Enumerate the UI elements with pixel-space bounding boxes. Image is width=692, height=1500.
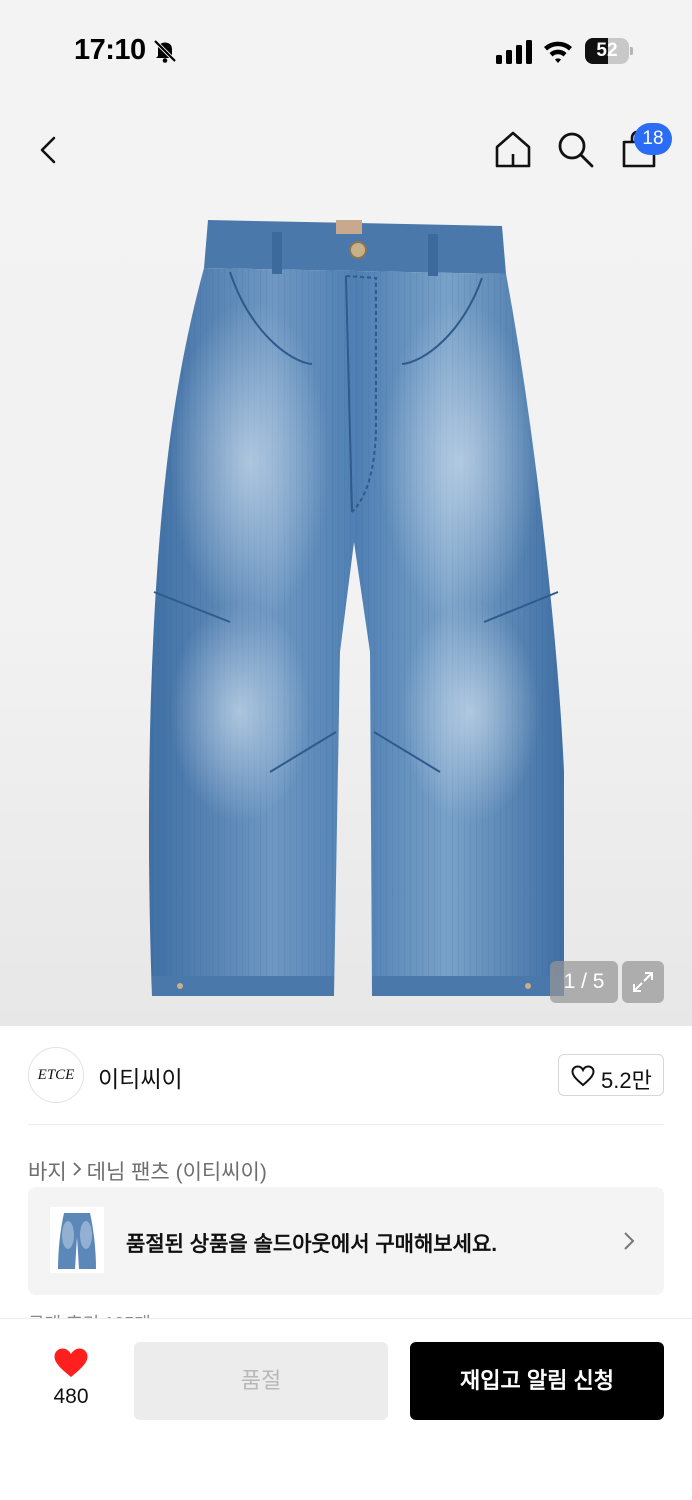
soldout-banner[interactable]: 품절된 상품을 솔드아웃에서 구매해보세요. <box>28 1187 664 1295</box>
brand-name[interactable]: 이티씨이 <box>98 1060 183 1094</box>
image-counter: 1 / 5 <box>550 961 618 1003</box>
wish-button[interactable]: 480 <box>40 1345 102 1415</box>
banner-text: 품절된 상품을 솔드아웃에서 구매해보세요. <box>126 1233 498 1256</box>
heart-filled-icon <box>54 1348 88 1377</box>
expand-button[interactable] <box>622 961 664 1003</box>
search-icon[interactable] <box>554 128 596 170</box>
brand-like-button[interactable]: 5.2만 <box>558 1054 664 1096</box>
brand-like-count: 5.2만 <box>601 1068 652 1093</box>
product-detail-page: 17:10 52 18 1 / 5 ETCE 이티씨이 5.2만 바지 데님 팬… <box>0 0 692 1500</box>
cellular-signal-icon <box>496 40 532 64</box>
product-image-gallery[interactable]: 18 1 / 5 <box>0 100 692 1026</box>
expand-icon <box>633 972 653 992</box>
battery-level: 52 <box>596 40 618 61</box>
status-bar: 17:10 52 <box>0 0 692 100</box>
status-time: 17:10 <box>74 34 146 66</box>
divider <box>28 1124 664 1125</box>
back-arrow-icon[interactable] <box>30 130 70 170</box>
bell-slash-icon <box>153 39 177 63</box>
heart-outline-icon <box>571 1065 595 1087</box>
brand-row[interactable]: ETCE 이티씨이 5.2만 <box>0 1026 692 1126</box>
restock-alert-button[interactable]: 재입고 알림 신청 <box>410 1342 664 1420</box>
breadcrumb-category[interactable]: 바지 <box>28 1156 67 1186</box>
banner-thumbnail <box>50 1207 104 1273</box>
wish-count: 480 <box>53 1385 89 1408</box>
breadcrumb-subcategory[interactable]: 데님 팬츠 (이티씨이) <box>87 1156 267 1186</box>
breadcrumb: 바지 데님 팬츠 (이티씨이) <box>28 1156 267 1186</box>
chevron-right-icon <box>624 1232 635 1250</box>
battery-icon: 52 <box>585 38 633 64</box>
cart-count-badge: 18 <box>634 123 672 155</box>
soldout-button[interactable]: 품절 <box>134 1342 388 1420</box>
home-icon[interactable] <box>492 128 534 170</box>
wifi-icon <box>544 41 572 63</box>
brand-logo[interactable]: ETCE <box>28 1047 84 1103</box>
bottom-action-bar: 480 품절 재입고 알림 신청 <box>0 1318 692 1500</box>
chevron-right-icon <box>67 1159 87 1183</box>
product-image <box>148 220 565 996</box>
